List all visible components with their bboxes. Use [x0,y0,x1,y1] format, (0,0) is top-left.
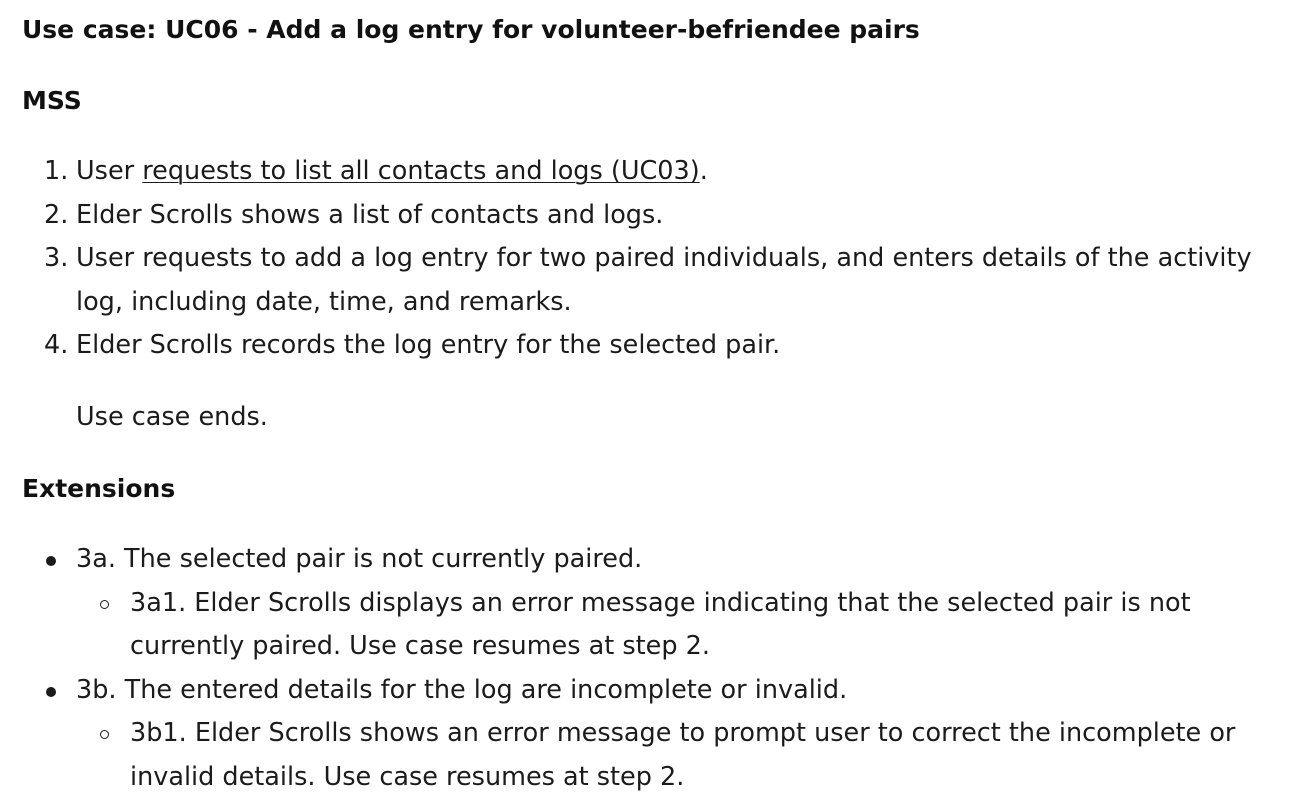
extension-sub-item: 3a1. Elder Scrolls displays an error mes… [100,582,1286,669]
uc03-link[interactable]: requests to list all contacts and logs (… [142,156,699,186]
mss-step: 2. Elder Scrolls shows a list of contact… [44,194,1276,238]
extension-sub-text: 3a1. Elder Scrolls displays an error mes… [130,587,1191,662]
step-suffix: . [699,156,708,186]
extension-sub-list: 3b1. Elder Scrolls shows an error messag… [76,712,1286,799]
step-number: 3. [44,243,69,273]
step-text: User requests to add a log entry for two… [76,243,1252,317]
mss-step: 3. User requests to add a log entry for … [44,237,1276,324]
use-case-title: Use case: UC06 - Add a log entry for vol… [22,15,920,44]
extensions-heading: Extensions [22,474,176,503]
use-case-ends: Use case ends. [76,402,268,432]
step-prefix: User [76,156,143,186]
extension-sub-text: 3b1. Elder Scrolls shows an error messag… [130,718,1236,792]
bullet-icon [46,556,56,566]
bullet-icon [46,686,56,697]
extension-sub-list: 3a1. Elder Scrolls displays an error mes… [76,582,1286,669]
extension-text: 3b. The entered details for the log are … [76,674,848,705]
step-text: Elder Scrolls shows a list of contacts a… [76,199,664,230]
mss-step: 4. Elder Scrolls records the log entry f… [44,324,1276,368]
mss-step-list: 1. User requests to list all contacts an… [44,150,1276,368]
step-text: Elder Scrolls records the log entry for … [76,330,781,360]
extensions-list: 3a. The selected pair is not currently p… [46,538,1286,800]
extension-item: 3a. The selected pair is not currently p… [46,538,1286,669]
extension-item: 3b. The entered details for the log are … [46,669,1286,800]
extension-text: 3a. The selected pair is not currently p… [76,544,643,574]
step-number: 4. [44,330,69,360]
step-number: 2. [44,199,69,230]
circle-bullet-icon [100,730,109,739]
extension-sub-item: 3b1. Elder Scrolls shows an error messag… [100,712,1286,799]
mss-step: 1. User requests to list all contacts an… [44,150,1276,194]
step-number: 1. [44,156,69,186]
mss-heading: MSS [22,86,82,115]
circle-bullet-icon [100,599,109,609]
